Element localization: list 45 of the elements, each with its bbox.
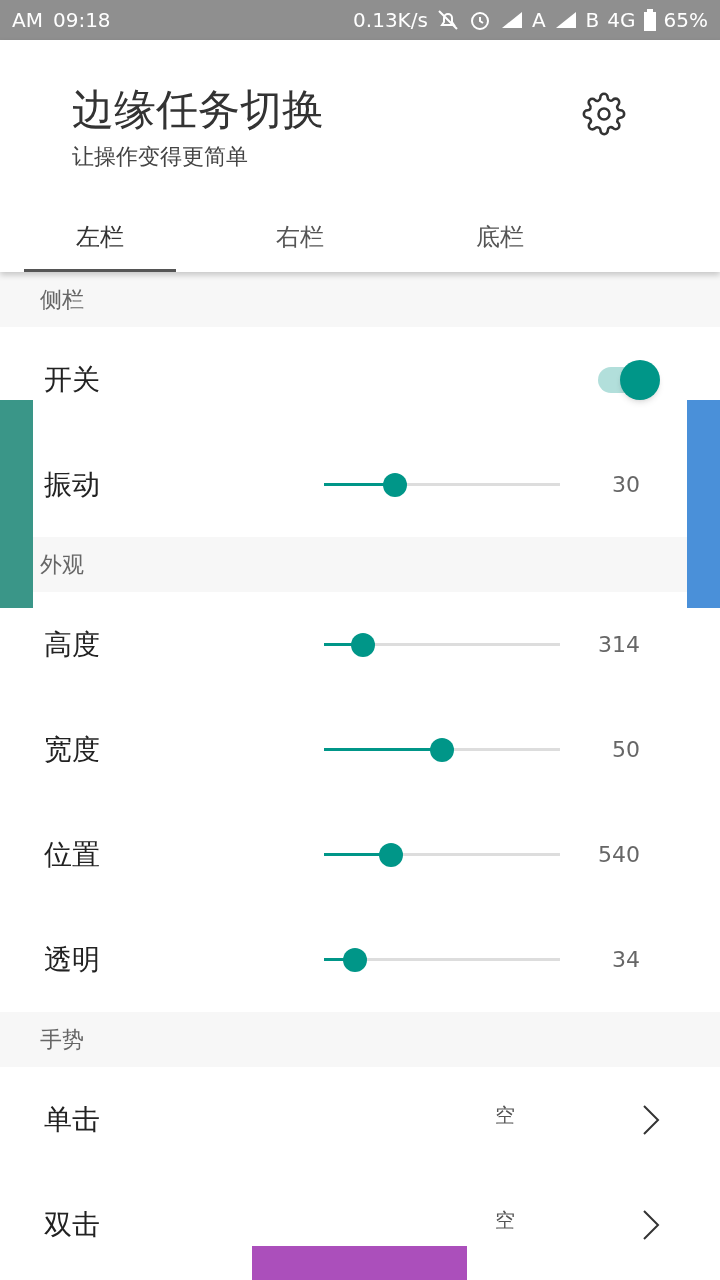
slider-thumb[interactable] — [350, 632, 375, 657]
section-header: 侧栏 — [40, 286, 84, 314]
slider-value: 314 — [597, 631, 640, 659]
sim-label: B — [585, 7, 600, 34]
battery-level: 65% — [663, 7, 708, 34]
slider-value: 540 — [597, 841, 640, 869]
gesture-value: 空 — [495, 1206, 515, 1234]
slider[interactable] — [324, 842, 560, 867]
slider[interactable] — [324, 737, 560, 762]
gesture-value: 空 — [495, 1101, 515, 1129]
network-type: 4G — [607, 7, 636, 34]
tab[interactable]: 右栏 — [200, 205, 400, 272]
setting-label: 透明 — [44, 942, 100, 976]
slider-value: 30 — [611, 471, 640, 499]
status-time: 09:18 — [52, 7, 111, 34]
battery-icon — [643, 9, 656, 31]
slider-value: 50 — [611, 736, 640, 764]
sim-label: A — [531, 7, 546, 34]
slider-thumb[interactable] — [342, 947, 367, 972]
section-header: 外观 — [40, 551, 84, 579]
network-speed: 0.13K/s — [353, 7, 428, 34]
slider-value: 34 — [611, 946, 640, 974]
setting-label: 双击 — [44, 1207, 100, 1241]
settings-icon[interactable] — [582, 92, 626, 136]
setting-label: 宽度 — [44, 732, 100, 766]
app-title: 边缘任务切换 — [72, 84, 324, 136]
tab[interactable]: 底栏 — [400, 205, 600, 272]
muted-bell-icon — [435, 8, 460, 32]
slider-thumb[interactable] — [379, 842, 404, 867]
toggle-switch[interactable] — [596, 359, 658, 400]
slider[interactable] — [324, 472, 560, 497]
setting-label: 位置 — [44, 837, 100, 871]
app-subtitle: 让操作变得更简单 — [72, 143, 249, 171]
setting-label: 单击 — [44, 1102, 100, 1136]
setting-label: 高度 — [44, 627, 100, 661]
chevron-right-icon — [642, 1103, 660, 1136]
setting-label: 开关 — [44, 361, 100, 398]
section-header: 手势 — [40, 1026, 84, 1054]
slider[interactable] — [324, 632, 560, 657]
slider-thumb[interactable] — [382, 472, 407, 497]
slider-thumb[interactable] — [430, 737, 454, 762]
setting-label: 振动 — [44, 467, 100, 501]
chevron-right-icon — [642, 1208, 660, 1241]
status-time-prefix: AM — [12, 7, 43, 34]
slider[interactable] — [324, 947, 560, 972]
